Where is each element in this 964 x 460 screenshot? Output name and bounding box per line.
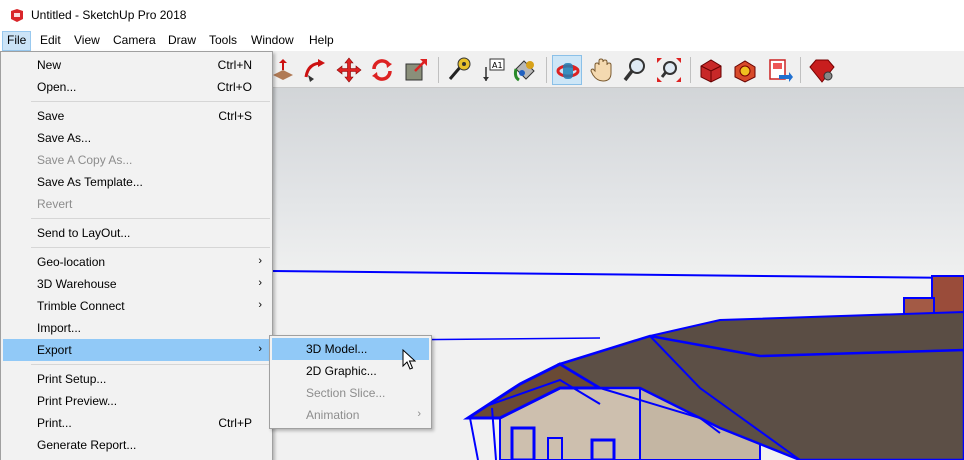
menu-item-3d-warehouse[interactable]: 3D Warehouse ›: [3, 273, 270, 295]
menu-separator: [31, 101, 270, 102]
text-icon: A1: [483, 58, 505, 81]
orbit-icon: [556, 63, 580, 79]
submenu-item-section-slice[interactable]: Section Slice...: [272, 382, 429, 404]
menu-separator: [31, 247, 270, 248]
toolbar-separator: [690, 57, 691, 83]
zoom-button[interactable]: [620, 55, 650, 85]
toolbar-separator: [800, 57, 801, 83]
paint-bucket-button[interactable]: [510, 55, 540, 85]
menu-item-open[interactable]: Open... Ctrl+O: [3, 76, 270, 98]
tape-measure-icon: [448, 57, 471, 80]
menu-item-save-as-template[interactable]: Save As Template...: [3, 171, 270, 193]
chevron-right-icon: ›: [258, 343, 262, 355]
3d-warehouse-button[interactable]: [696, 55, 726, 85]
toolbar-separator: [438, 57, 439, 83]
extension-manager-button[interactable]: [806, 55, 836, 85]
menu-help[interactable]: Help: [304, 31, 339, 51]
menu-item-print-preview[interactable]: Print Preview...: [3, 390, 270, 412]
send-to-layout-button[interactable]: [765, 55, 795, 85]
zoom-extents-button[interactable]: [654, 55, 684, 85]
menu-bar: File Edit View Camera Draw Tools Window …: [0, 31, 964, 51]
menu-item-save[interactable]: Save Ctrl+S: [3, 105, 270, 127]
follow-me-button[interactable]: [300, 55, 330, 85]
menu-tools[interactable]: Tools: [204, 31, 242, 51]
sketchup-window: Untitled - SketchUp Pro 2018 File Edit V…: [0, 0, 964, 460]
chevron-right-icon: ›: [417, 408, 421, 420]
menu-item-geo-location[interactable]: Geo-location ›: [3, 251, 270, 273]
svg-text:A1: A1: [492, 61, 503, 70]
menu-item-import[interactable]: Import...: [3, 317, 270, 339]
menu-separator: [31, 364, 270, 365]
pan-button[interactable]: [587, 55, 617, 85]
move-button[interactable]: [334, 55, 364, 85]
pan-icon: [590, 58, 612, 82]
menu-file[interactable]: File: [2, 31, 32, 51]
submenu-item-animation[interactable]: Animation ›: [272, 404, 429, 426]
send-to-layout-icon: [769, 59, 793, 82]
orbit-button[interactable]: [552, 55, 582, 85]
menu-item-print[interactable]: Print... Ctrl+P: [3, 412, 270, 434]
zoom-icon: [623, 58, 645, 82]
sketchup-logo-icon: [11, 9, 23, 22]
rotate-button[interactable]: [367, 55, 397, 85]
menu-item-revert[interactable]: Revert: [3, 193, 270, 215]
menu-window[interactable]: Window: [246, 31, 299, 51]
file-menu-dropdown: New Ctrl+N Open... Ctrl+O Save Ctrl+S Sa…: [0, 51, 273, 460]
move-icon: [336, 57, 362, 83]
menu-item-new[interactable]: New Ctrl+N: [3, 54, 270, 76]
menu-draw[interactable]: Draw: [163, 31, 201, 51]
follow-me-icon: [304, 59, 325, 82]
scale-icon: [405, 59, 427, 81]
title-bar: Untitled - SketchUp Pro 2018: [0, 0, 964, 31]
text-tool-button[interactable]: A1: [478, 55, 508, 85]
paint-bucket-icon: [513, 60, 535, 82]
menu-item-send-to-layout[interactable]: Send to LayOut...: [3, 222, 270, 244]
menu-item-trimble-connect[interactable]: Trimble Connect ›: [3, 295, 270, 317]
extension-manager-icon: [809, 59, 835, 83]
menu-item-generate-report[interactable]: Generate Report...: [3, 434, 270, 456]
menu-item-save-a-copy-as[interactable]: Save A Copy As...: [3, 149, 270, 171]
tape-measure-button[interactable]: [444, 55, 474, 85]
rotate-icon: [372, 59, 392, 81]
menu-item-export[interactable]: Export ›: [3, 339, 270, 361]
menu-view[interactable]: View: [69, 31, 105, 51]
scale-button[interactable]: [401, 55, 431, 85]
chevron-right-icon: ›: [258, 299, 262, 311]
window-title: Untitled - SketchUp Pro 2018: [31, 8, 187, 22]
3d-warehouse-icon: [700, 59, 722, 83]
menu-camera[interactable]: Camera: [108, 31, 161, 51]
extension-warehouse-button[interactable]: [730, 55, 760, 85]
extension-warehouse-icon: [734, 60, 756, 83]
chevron-right-icon: ›: [258, 255, 262, 267]
chevron-right-icon: ›: [258, 277, 262, 289]
zoom-extents-icon: [657, 58, 681, 82]
toolbar-separator: [546, 57, 547, 83]
menu-item-save-as[interactable]: Save As...: [3, 127, 270, 149]
menu-separator: [31, 218, 270, 219]
mouse-cursor-icon: [402, 349, 416, 370]
menu-edit[interactable]: Edit: [35, 31, 66, 51]
menu-item-print-setup[interactable]: Print Setup...: [3, 368, 270, 390]
